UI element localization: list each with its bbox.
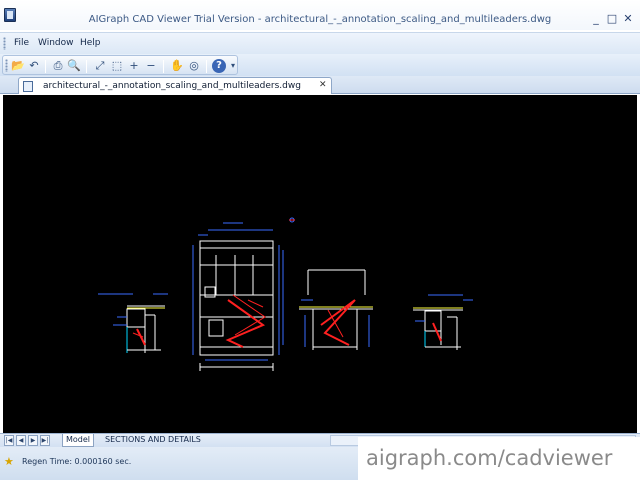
open-folder-icon[interactable]: 📂 [11, 59, 25, 73]
document-tab-bar: architectural_-_annotation_scaling_and_m… [0, 76, 640, 94]
print-preview-icon[interactable]: 🔍 [67, 59, 81, 73]
toolbar-strip: 📂 ↶ ⎙ 🔍 ⤢ ⬚ + − ✋ ◎ ? ▾ [2, 55, 238, 75]
next-layout-button[interactable]: ▶ [28, 435, 38, 446]
toolbar-separator [206, 60, 207, 73]
zoom-window-icon[interactable]: ⬚ [110, 59, 124, 73]
close-window-button[interactable]: ✕ [622, 13, 634, 25]
document-tab[interactable]: architectural_-_annotation_scaling_and_m… [18, 77, 332, 94]
dwg-file-icon [23, 81, 33, 92]
zoom-extents-icon[interactable]: ⤢ [93, 59, 107, 73]
building-section [192, 222, 284, 371]
first-layout-button[interactable]: |◀ [4, 435, 14, 446]
help-icon[interactable]: ? [212, 59, 226, 73]
menu-help[interactable]: Help [80, 38, 101, 48]
toolbar-grip[interactable] [5, 59, 8, 72]
regen-time-text: Regen Time: 0.000160 sec. [22, 457, 132, 466]
toolbar-options-icon[interactable]: ▾ [229, 59, 237, 73]
menu-bar: File Window Help [0, 32, 640, 54]
toolbar-separator [86, 60, 87, 73]
toolbar: 📂 ↶ ⎙ 🔍 ⤢ ⬚ + − ✋ ◎ ? ▾ [0, 54, 640, 76]
prev-layout-button[interactable]: ◀ [16, 435, 26, 446]
close-tab-button[interactable]: ✕ [319, 80, 327, 90]
drawing-canvas[interactable] [3, 95, 637, 433]
menu-window[interactable]: Window [38, 38, 74, 48]
detail-right [413, 294, 473, 350]
maximize-button[interactable]: □ [606, 13, 618, 25]
drawing-marker [289, 217, 295, 223]
watermark-text: aigraph.com/cadviewer [358, 437, 640, 480]
detail-left [98, 293, 168, 353]
toolbar-separator [45, 60, 46, 73]
star-icon: ★ [4, 455, 14, 468]
menu-file[interactable]: File [14, 38, 29, 48]
zoom-in-icon[interactable]: + [127, 59, 141, 73]
tab-sections-and-details[interactable]: SECTIONS AND DETAILS [102, 434, 204, 447]
document-tab-title: architectural_-_annotation_scaling_and_m… [43, 81, 301, 91]
tab-model[interactable]: Model [62, 434, 95, 447]
toolbar-separator [163, 60, 164, 73]
last-layout-button[interactable]: ▶| [40, 435, 50, 446]
zoom-out-icon[interactable]: − [144, 59, 158, 73]
pan-icon[interactable]: ✋ [170, 59, 184, 73]
cad-drawing [98, 217, 473, 371]
minimize-button[interactable]: _ [590, 13, 602, 25]
save-icon[interactable]: ↶ [27, 59, 41, 73]
title-bar: AIGraph CAD Viewer Trial Version - archi… [0, 0, 640, 30]
orbit-icon[interactable]: ◎ [187, 59, 201, 73]
stair-section [299, 269, 373, 350]
print-icon[interactable]: ⎙ [51, 59, 65, 73]
menu-grip[interactable] [3, 37, 6, 50]
window-title: AIGraph CAD Viewer Trial Version - archi… [88, 14, 552, 25]
